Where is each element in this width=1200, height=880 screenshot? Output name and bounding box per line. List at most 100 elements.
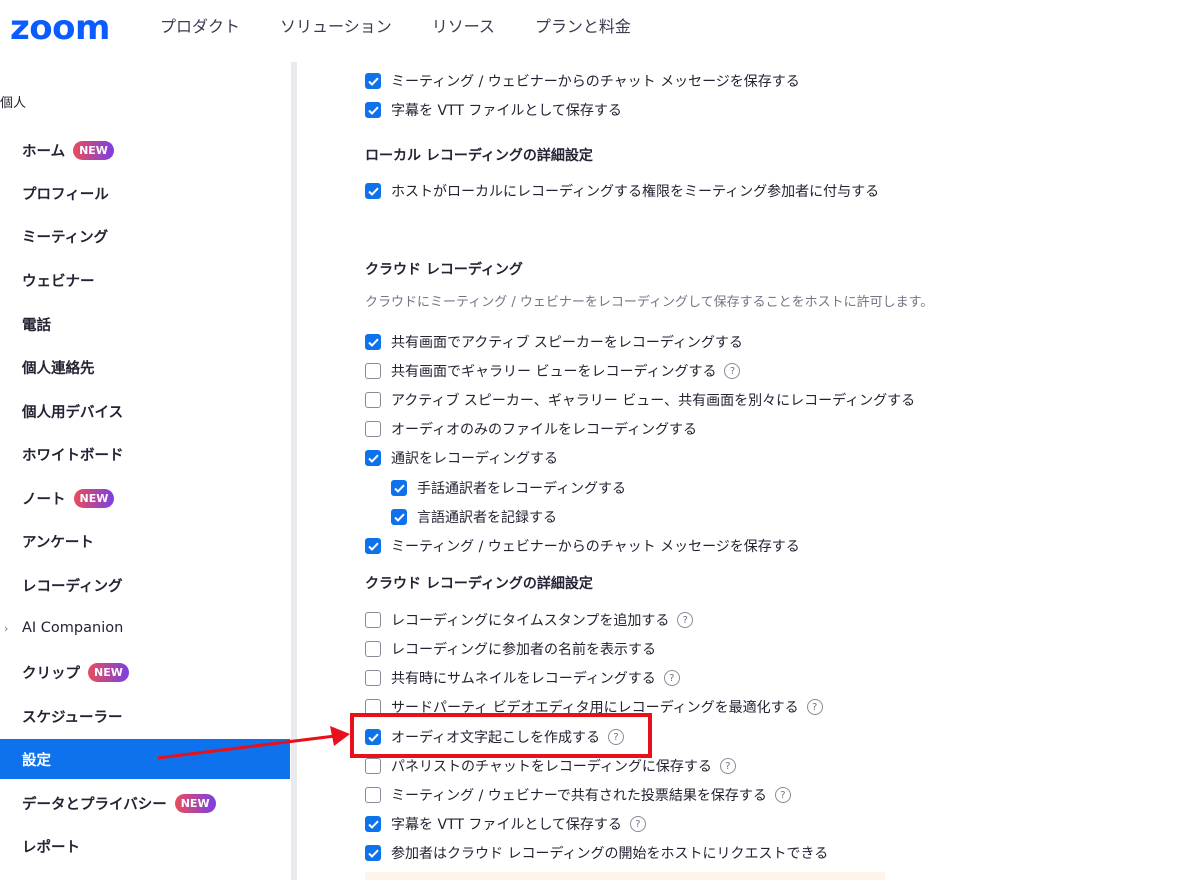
checkbox-checked-icon[interactable] xyxy=(365,334,381,350)
option-save-chat-local[interactable]: ミーティング / ウェビナーからのチャット メッセージを保存する xyxy=(365,71,800,91)
sidebar-item-label: データとプライバシー xyxy=(22,796,167,813)
checkbox-unchecked-icon[interactable] xyxy=(365,612,381,628)
checkbox-checked-icon[interactable] xyxy=(391,480,407,496)
option-sign-language-interpreter[interactable]: 手話通訳者をレコーディングする xyxy=(391,478,626,498)
checkbox-unchecked-icon[interactable] xyxy=(365,363,381,379)
option-save-vtt-cloud[interactable]: 字幕を VTT ファイルとして保存する ? xyxy=(365,814,646,834)
checkbox-unchecked-icon[interactable] xyxy=(365,758,381,774)
option-save-chat-cloud[interactable]: ミーティング / ウェビナーからのチャット メッセージを保存する xyxy=(365,536,800,556)
help-icon[interactable]: ? xyxy=(677,612,694,628)
sidebar-item-label: ホーム xyxy=(22,143,66,160)
nav-product[interactable]: プロダクト xyxy=(160,16,240,38)
sidebar-item-label: レポート xyxy=(22,839,80,856)
option-audio-only[interactable]: オーディオのみのファイルをレコーディングする xyxy=(365,419,697,439)
option-label: オーディオのみのファイルをレコーディングする xyxy=(391,422,698,438)
checkbox-checked-icon[interactable] xyxy=(365,816,381,832)
sidebar-item-data-privacy[interactable]: データとプライバシー NEW xyxy=(0,783,290,823)
sidebar-item-meetings[interactable]: ミーティング xyxy=(0,216,290,256)
sidebar-item-ai-companion[interactable]: › AI Companion xyxy=(0,608,290,648)
nav-resources[interactable]: リソース xyxy=(432,16,495,38)
sidebar-item-label: 設定 xyxy=(22,752,51,769)
sidebar-item-devices[interactable]: 個人用デバイス xyxy=(0,391,290,431)
option-label: 字幕を VTT ファイルとして保存する xyxy=(391,817,622,833)
nav-pricing[interactable]: プランと料金 xyxy=(535,16,631,38)
checkbox-unchecked-icon[interactable] xyxy=(365,787,381,803)
option-label: 字幕を VTT ファイルとして保存する xyxy=(391,103,622,119)
option-label: 共有画面でアクティブ スピーカーをレコーディングする xyxy=(391,335,743,351)
help-icon[interactable]: ? xyxy=(719,758,736,774)
sidebar-item-label: レコーディング xyxy=(22,578,123,595)
option-label: 通訳をレコーディングする xyxy=(391,451,559,467)
cloud-recording-description: クラウドにミーティング / ウェビナーをレコーディングして保存することをホストに… xyxy=(365,295,934,310)
option-record-thumbnails[interactable]: 共有時にサムネイルをレコーディングする ? xyxy=(365,668,680,688)
new-badge: NEW xyxy=(174,793,216,813)
option-show-participant-names[interactable]: レコーディングに参加者の名前を表示する xyxy=(365,639,656,659)
sidebar-item-reports[interactable]: レポート xyxy=(0,826,290,866)
checkbox-checked-icon[interactable] xyxy=(365,845,381,861)
option-label: アクティブ スピーカー、ギャラリー ビュー、共有画面を別々にレコーディングする xyxy=(391,393,916,409)
sidebar-item-label: 個人用デバイス xyxy=(22,404,124,421)
help-icon[interactable]: ? xyxy=(774,787,791,803)
sidebar-item-whiteboards[interactable]: ホワイトボード xyxy=(0,434,290,474)
new-badge: NEW xyxy=(88,662,129,682)
checkbox-checked-icon[interactable] xyxy=(365,183,381,199)
cloud-recording-heading: クラウド レコーディング xyxy=(365,262,523,278)
checkbox-unchecked-icon[interactable] xyxy=(365,670,381,686)
sidebar-item-label: AI Companion xyxy=(22,620,124,636)
option-request-cloud-recording[interactable]: 参加者はクラウド レコーディングの開始をホストにリクエストできる xyxy=(365,843,828,863)
option-save-poll-results[interactable]: ミーティング / ウェビナーで共有された投票結果を保存する ? xyxy=(365,785,791,805)
option-add-timestamp[interactable]: レコーディングにタイムスタンプを追加する ? xyxy=(365,610,694,630)
sidebar-item-recordings[interactable]: レコーディング xyxy=(0,565,290,605)
option-label: 参加者はクラウド レコーディングの開始をホストにリクエストできる xyxy=(391,846,829,862)
sidebar-item-phone[interactable]: 電話 xyxy=(0,304,290,344)
nav-solutions[interactable]: ソリューション xyxy=(280,16,392,38)
help-icon[interactable]: ? xyxy=(629,816,646,832)
checkbox-checked-icon[interactable] xyxy=(365,450,381,466)
option-language-interpreter[interactable]: 言語通訳者を記録する xyxy=(391,507,557,527)
annotation-arrow-icon xyxy=(157,726,350,760)
help-icon[interactable]: ? xyxy=(806,699,823,715)
sidebar-section-personal: 個人 xyxy=(0,96,27,111)
option-separate-recordings[interactable]: アクティブ スピーカー、ギャラリー ビュー、共有画面を別々にレコーディングする xyxy=(365,390,915,410)
option-label: 手話通訳者をレコーディングする xyxy=(417,481,627,497)
sidebar-item-notes[interactable]: ノート NEW xyxy=(0,478,290,518)
option-label: パネリストのチャットをレコーディングに保存する xyxy=(391,759,712,775)
sidebar-item-label: スケジューラー xyxy=(22,709,123,726)
option-gallery-view[interactable]: 共有画面でギャラリー ビューをレコーディングする ? xyxy=(365,361,741,381)
sidebar-item-label: ノート xyxy=(22,491,66,508)
chevron-right-icon: › xyxy=(4,621,9,635)
checkbox-unchecked-icon[interactable] xyxy=(365,392,381,408)
sidebar-item-contacts[interactable]: 個人連絡先 xyxy=(0,347,290,387)
sidebar-item-label: ミーティング xyxy=(22,229,109,246)
option-save-vtt-local[interactable]: 字幕を VTT ファイルとして保存する xyxy=(365,100,622,120)
checkbox-checked-icon[interactable] xyxy=(365,538,381,554)
option-save-panelist-chat[interactable]: パネリストのチャットをレコーディングに保存する ? xyxy=(365,756,736,776)
sidebar-item-label: クリップ xyxy=(22,665,80,682)
option-grant-local-recording[interactable]: ホストがローカルにレコーディングする権限をミーティング参加者に付与する xyxy=(365,181,879,201)
top-nav: プロダクト ソリューション リソース プランと料金 xyxy=(160,16,671,38)
option-label: ミーティング / ウェビナーで共有された投票結果を保存する xyxy=(391,788,767,804)
help-icon[interactable]: ? xyxy=(724,363,741,379)
sidebar-item-clips[interactable]: クリップ NEW xyxy=(0,652,290,692)
checkbox-checked-icon[interactable] xyxy=(391,509,407,525)
sidebar-item-webinars[interactable]: ウェビナー xyxy=(0,260,290,300)
sidebar-item-label: アンケート xyxy=(22,534,94,551)
option-active-speaker[interactable]: 共有画面でアクティブ スピーカーをレコーディングする xyxy=(365,332,743,352)
option-record-interpretation[interactable]: 通訳をレコーディングする xyxy=(365,448,558,468)
cloud-advanced-heading: クラウド レコーディングの詳細設定 xyxy=(365,576,593,592)
help-icon[interactable]: ? xyxy=(663,670,680,686)
checkbox-unchecked-icon[interactable] xyxy=(365,641,381,657)
option-label: 共有時にサムネイルをレコーディングする xyxy=(391,671,656,687)
checkbox-unchecked-icon[interactable] xyxy=(365,421,381,437)
checkbox-checked-icon[interactable] xyxy=(365,73,381,89)
option-label: 共有画面でギャラリー ビューをレコーディングする xyxy=(391,364,717,380)
zoom-logo[interactable]: zoom xyxy=(10,8,110,48)
sidebar-item-surveys[interactable]: アンケート xyxy=(0,521,290,561)
sidebar-item-profile[interactable]: プロフィール xyxy=(0,173,290,213)
sidebar-item-home[interactable]: ホーム NEW xyxy=(0,130,290,170)
sidebar-item-label: ウェビナー xyxy=(22,273,95,290)
local-advanced-heading: ローカル レコーディングの詳細設定 xyxy=(365,148,593,164)
checkbox-checked-icon[interactable] xyxy=(365,102,381,118)
sidebar-item-label: 個人連絡先 xyxy=(22,360,95,377)
option-label: ミーティング / ウェビナーからのチャット メッセージを保存する xyxy=(391,539,800,555)
